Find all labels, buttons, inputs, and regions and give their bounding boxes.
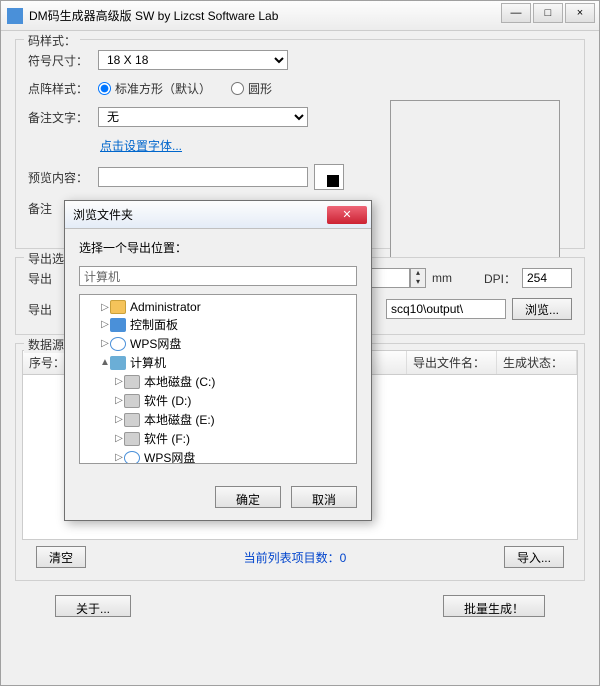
col-status[interactable]: 生成状态： [497, 351, 577, 374]
cloud-icon [124, 451, 140, 465]
dialog-ok-button[interactable]: 确定 [215, 486, 281, 508]
expand-icon[interactable]: ▲ [100, 357, 110, 368]
disk-icon [124, 375, 140, 389]
symbol-size-label: 符号尺寸： [28, 52, 92, 69]
tree-item-label: Administrator [130, 300, 201, 314]
window-title: DM码生成器高级版 SW by Lizcst Software Lab [29, 7, 278, 24]
expand-icon[interactable]: ▷ [114, 376, 124, 387]
item-count-label: 当前列表项目数： [244, 551, 340, 565]
tree-item[interactable]: ▷ 本地磁盘 (E:) [86, 410, 350, 429]
tree-item[interactable]: ▷ Administrator [86, 299, 350, 315]
import-button[interactable]: 导入... [504, 546, 564, 568]
dialog-close-button[interactable]: ✕ [327, 206, 367, 224]
col-filename[interactable]: 导出文件名： [407, 351, 497, 374]
batch-generate-button[interactable]: 批量生成！ [443, 595, 545, 617]
expand-icon[interactable]: ▷ [114, 414, 124, 425]
dot-style-circle-radio[interactable]: 圆形 [231, 80, 272, 97]
tree-item[interactable]: ▷ 软件 (D:) [86, 391, 350, 410]
symbol-size-select[interactable]: 18 X 18 [98, 50, 288, 70]
dot-style-label: 点阵样式： [28, 80, 92, 97]
about-button[interactable]: 关于... [55, 595, 131, 617]
tree-item-label: 本地磁盘 (C:) [144, 373, 215, 390]
item-count-value: 0 [340, 551, 347, 565]
remark-text-label: 备注文字： [28, 109, 92, 126]
dialog-title-bar[interactable]: 浏览文件夹 ✕ [65, 201, 371, 229]
tree-item[interactable]: ▷ WPS网盘 [86, 448, 350, 464]
tree-item-label: 控制面板 [130, 316, 178, 333]
expand-icon[interactable]: ▷ [100, 302, 110, 313]
dialog-prompt: 选择一个导出位置： [79, 239, 357, 256]
folder-tree[interactable]: ▷Administrator▷控制面板▷WPS网盘▲计算机▷本地磁盘 (C:)▷… [79, 294, 357, 464]
expand-icon[interactable]: ▷ [114, 395, 124, 406]
maximize-button[interactable]: □ [533, 3, 563, 23]
close-button[interactable]: × [565, 3, 595, 23]
preview-color-box[interactable] [314, 164, 344, 190]
preview-content-input[interactable] [98, 167, 308, 187]
preview-image-box [390, 100, 560, 270]
minimize-button[interactable]: — [501, 3, 531, 23]
disk-icon [124, 394, 140, 408]
tree-item[interactable]: ▷ WPS网盘 [86, 334, 350, 353]
disk-icon [124, 432, 140, 446]
dialog-title: 浏览文件夹 [73, 206, 133, 223]
style-group-title: 码样式： [24, 32, 80, 49]
tree-item-label: 软件 (F:) [144, 430, 190, 447]
export-size-label: 导出 [28, 270, 62, 287]
tree-item[interactable]: ▷ 控制面板 [86, 315, 350, 334]
app-icon [7, 8, 23, 24]
export-group-title: 导出选 [24, 250, 68, 267]
tree-item-label: WPS网盘 [130, 335, 181, 352]
cloud-icon [110, 337, 126, 351]
title-bar[interactable]: DM码生成器高级版 SW by Lizcst Software Lab — □ … [1, 1, 599, 31]
folder-icon [110, 300, 126, 314]
tree-item[interactable]: ▲ 计算机 [86, 353, 350, 372]
expand-icon[interactable]: ▷ [100, 338, 110, 349]
preview-content-label: 预览内容： [28, 169, 92, 186]
tree-item-label: WPS网盘 [144, 449, 195, 464]
tree-item-label: 软件 (D:) [144, 392, 191, 409]
tree-item[interactable]: ▷ 本地磁盘 (C:) [86, 372, 350, 391]
pc-icon [110, 356, 126, 370]
expand-icon[interactable]: ▷ [114, 452, 124, 463]
font-settings-link[interactable]: 点击设置字体... [100, 137, 182, 154]
export-path-label: 导出 [28, 301, 62, 318]
dot-style-square-radio[interactable]: 标准方形（默认） [98, 80, 211, 97]
expand-icon[interactable]: ▷ [100, 319, 110, 330]
dialog-cancel-button[interactable]: 取消 [291, 486, 357, 508]
export-path-input[interactable] [386, 299, 506, 319]
tree-item-label: 本地磁盘 (E:) [144, 411, 215, 428]
tree-item-label: 计算机 [130, 354, 166, 371]
data-source-title: 数据源 [24, 336, 68, 353]
expand-icon[interactable]: ▷ [114, 433, 124, 444]
clear-button[interactable]: 清空 [36, 546, 86, 568]
unit-mm: mm [432, 271, 452, 285]
export-size-spinner[interactable]: ▴▾ [368, 268, 426, 288]
dpi-label: DPI： [484, 270, 516, 287]
browse-folder-dialog: 浏览文件夹 ✕ 选择一个导出位置： ▷ Administrator ▷ 控制面板 ▷ WP… [64, 200, 372, 521]
tree-item[interactable]: ▷ 软件 (F:) [86, 429, 350, 448]
remark-text-select[interactable]: 无 [98, 107, 308, 127]
disk-icon [124, 413, 140, 427]
browse-button[interactable]: 浏览... [512, 298, 572, 320]
dialog-path-input[interactable] [79, 266, 357, 286]
dpi-input[interactable] [522, 268, 572, 288]
panel-icon [110, 318, 126, 332]
